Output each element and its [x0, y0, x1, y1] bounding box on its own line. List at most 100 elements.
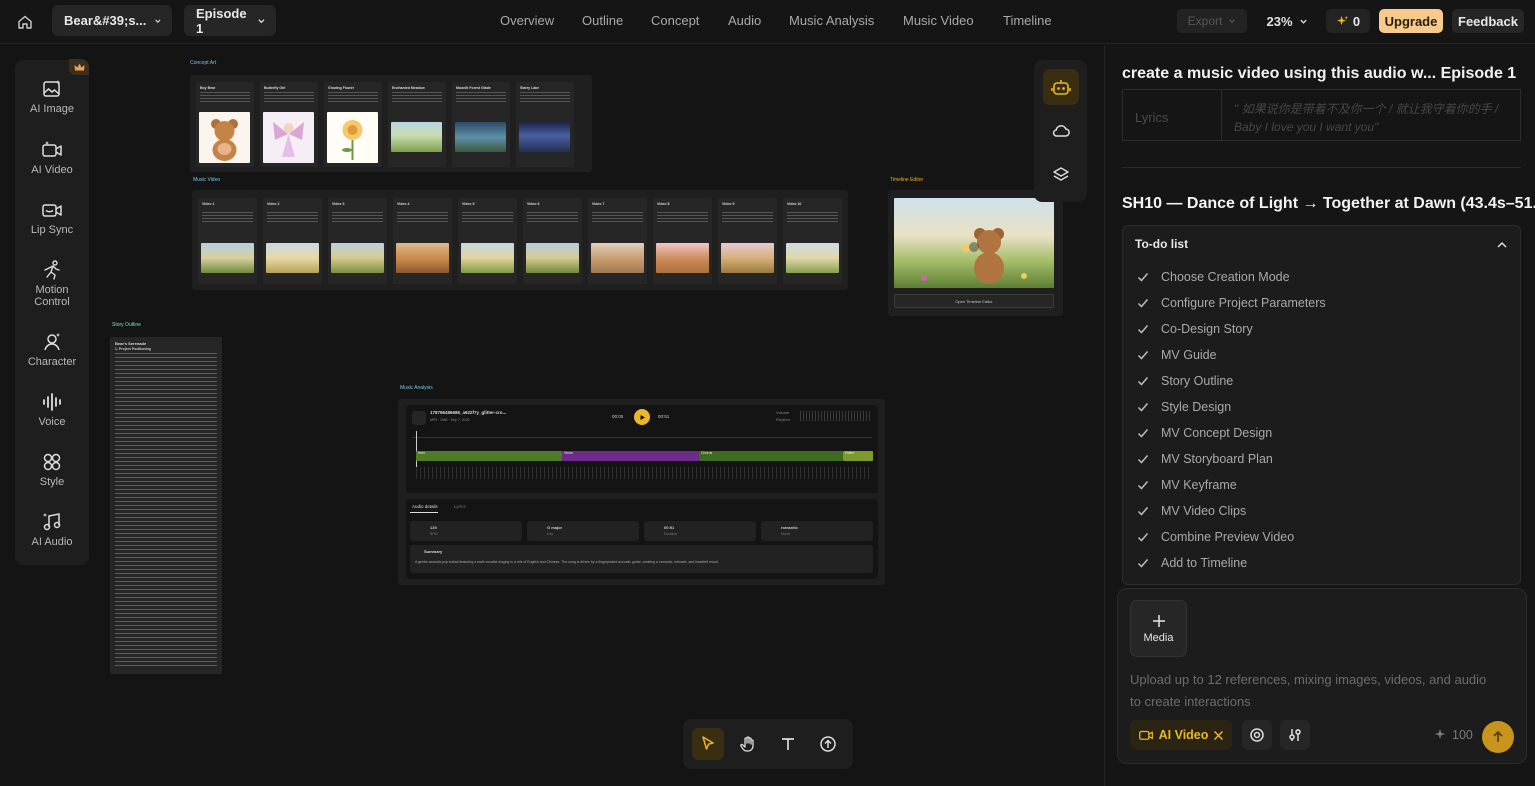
- canvas[interactable]: Concept Art Boy Bear Butterfly Girl Glow…: [0, 45, 1104, 786]
- video-card[interactable]: Video 3: [328, 198, 387, 284]
- concept-card[interactable]: Glowing Flower: [324, 82, 382, 167]
- tool-character[interactable]: Character: [15, 331, 89, 368]
- story-outline-document[interactable]: Bear's Serenade 1. Project Positioning: [110, 337, 222, 674]
- video-card-title: Video 5: [462, 202, 475, 206]
- segment-chorus[interactable]: Chorus: [699, 451, 843, 461]
- check-icon: [1137, 429, 1149, 438]
- card-text: [456, 92, 506, 104]
- chevron-down-icon: [1299, 19, 1307, 24]
- tool-ai-video[interactable]: AI Video: [15, 139, 89, 176]
- mode-chip-ai-video[interactable]: AI Video: [1130, 720, 1232, 750]
- ai-audio-icon: [43, 513, 61, 531]
- select-tool[interactable]: [692, 728, 724, 760]
- settings-button[interactable]: [1280, 720, 1310, 750]
- lyrics-header: Lyrics: [1123, 90, 1222, 140]
- tool-voice[interactable]: Voice: [15, 391, 89, 428]
- segment-intro[interactable]: Intro: [416, 451, 562, 461]
- video-card[interactable]: Video 2: [263, 198, 322, 284]
- tool-motion-control[interactable]: Motion Control: [15, 259, 89, 308]
- concept-card[interactable]: Butterfly Girl: [260, 82, 318, 167]
- tool-ai-audio[interactable]: AI Audio: [15, 511, 89, 548]
- music-video-label: Music Video: [193, 177, 221, 183]
- tool-label: AI Audio: [31, 536, 73, 548]
- zoom-dropdown[interactable]: 23%: [1256, 9, 1318, 33]
- lyrics-table: Lyrics " 如果说你是带着不及你一个 / 就让我守着你的手 / Baby …: [1122, 89, 1521, 141]
- music-video-frame[interactable]: Video 1 Video 2 Video 3 Video 4 Video 5 …: [192, 190, 848, 290]
- sparkle-icon: [1336, 15, 1348, 25]
- open-timeline-button[interactable]: Open Timeline Editor: [894, 294, 1054, 308]
- tab-lyrics[interactable]: Lyrics: [454, 504, 466, 509]
- tool-ai-image[interactable]: AI Image: [15, 78, 89, 115]
- nav-overview[interactable]: Overview: [500, 13, 554, 28]
- video-card[interactable]: Video 1: [198, 198, 257, 284]
- episode-dropdown[interactable]: Episode 1: [184, 5, 276, 36]
- feedback-button[interactable]: Feedback: [1452, 9, 1524, 33]
- chevron-up-icon[interactable]: [1496, 239, 1508, 251]
- video-card[interactable]: Video 8: [653, 198, 712, 284]
- ai-image-icon: [43, 80, 61, 97]
- duration-label: Duration: [664, 532, 678, 536]
- nav-outline[interactable]: Outline: [582, 13, 623, 28]
- concept-card[interactable]: Boy Bear: [196, 82, 254, 167]
- episode-label: Episode 1: [196, 5, 247, 36]
- lip-sync-icon: [42, 204, 62, 217]
- close-icon[interactable]: [1213, 730, 1224, 741]
- concept-card[interactable]: Enchanted Meadow: [388, 82, 446, 167]
- tool-label: Style: [39, 476, 65, 488]
- agent-button[interactable]: [1043, 69, 1079, 105]
- play-button[interactable]: [634, 409, 650, 425]
- tool-lip-sync[interactable]: Lip Sync: [15, 199, 89, 236]
- video-card[interactable]: Video 10: [783, 198, 842, 284]
- credits-badge[interactable]: 0: [1326, 9, 1370, 33]
- nav-music-video[interactable]: Music Video: [903, 13, 974, 28]
- voice-icon: [43, 393, 61, 411]
- nav-timeline[interactable]: Timeline: [1003, 13, 1052, 28]
- segment-outro[interactable]: Outro: [843, 451, 873, 461]
- export-button[interactable]: Export: [1177, 9, 1247, 33]
- concept-card-title: Glowing Flower: [328, 86, 355, 90]
- upgrade-button[interactable]: Upgrade: [1379, 9, 1443, 33]
- project-dropdown[interactable]: Bear&#39;s...: [52, 5, 172, 36]
- stat-mood: romantic Mood: [761, 521, 873, 541]
- cloud-button[interactable]: [1043, 113, 1079, 149]
- nav-audio[interactable]: Audio: [728, 13, 761, 28]
- check-icon: [1137, 507, 1149, 516]
- sliders-icon: [1289, 729, 1301, 741]
- video-thumbnail: [526, 243, 579, 273]
- todo-item-label: MV Keyframe: [1161, 478, 1237, 492]
- card-text: [200, 92, 250, 104]
- tab-audio-details[interactable]: Audio details: [412, 504, 438, 509]
- concept-card[interactable]: Moonlit Forest Glade: [452, 82, 510, 167]
- playhead[interactable]: [416, 431, 417, 467]
- hand-tool[interactable]: [732, 728, 764, 760]
- prompt-input[interactable]: Upload up to 12 references, mixing image…: [1130, 669, 1490, 713]
- summary-text: A gentle acoustic pop ballad featuring a…: [415, 560, 719, 564]
- mode-chip-label: AI Video: [1158, 728, 1209, 742]
- stat-duration: 00:51 Duration: [644, 521, 756, 541]
- home-button[interactable]: [12, 9, 38, 35]
- segment-verse[interactable]: Verse: [562, 451, 699, 461]
- layers-button[interactable]: [1043, 157, 1079, 193]
- concept-art-frame[interactable]: Boy Bear Butterfly Girl Glowing Flower E…: [190, 75, 592, 172]
- text-tool[interactable]: [772, 728, 804, 760]
- plus-icon: [1152, 614, 1165, 627]
- music-analysis-frame[interactable]: 178796486686_a922f7y_glitter-cro... MP3 …: [398, 399, 885, 585]
- video-card[interactable]: Video 9: [718, 198, 777, 284]
- timeline-editor-frame[interactable]: Open Timeline Editor: [888, 190, 1063, 316]
- tool-style[interactable]: Style: [15, 451, 89, 488]
- video-card[interactable]: Video 7: [588, 198, 647, 284]
- chat-composer: Media Upload up to 12 references, mixing…: [1117, 588, 1527, 764]
- nav-concept[interactable]: Concept: [651, 13, 699, 28]
- add-media-button[interactable]: Media: [1130, 600, 1187, 657]
- concept-card[interactable]: Starry Lake: [516, 82, 574, 167]
- nav-music-analysis[interactable]: Music Analysis: [789, 13, 874, 28]
- upload-tool[interactable]: [812, 728, 844, 760]
- video-card[interactable]: Video 6: [523, 198, 582, 284]
- tool-label: Lip Sync: [30, 224, 74, 236]
- send-button[interactable]: [1482, 721, 1514, 753]
- outline-text: [115, 353, 217, 668]
- video-card[interactable]: Video 4: [393, 198, 452, 284]
- video-card[interactable]: Video 5: [458, 198, 517, 284]
- arrow-up-icon: [1493, 730, 1503, 742]
- reference-button[interactable]: [1242, 720, 1272, 750]
